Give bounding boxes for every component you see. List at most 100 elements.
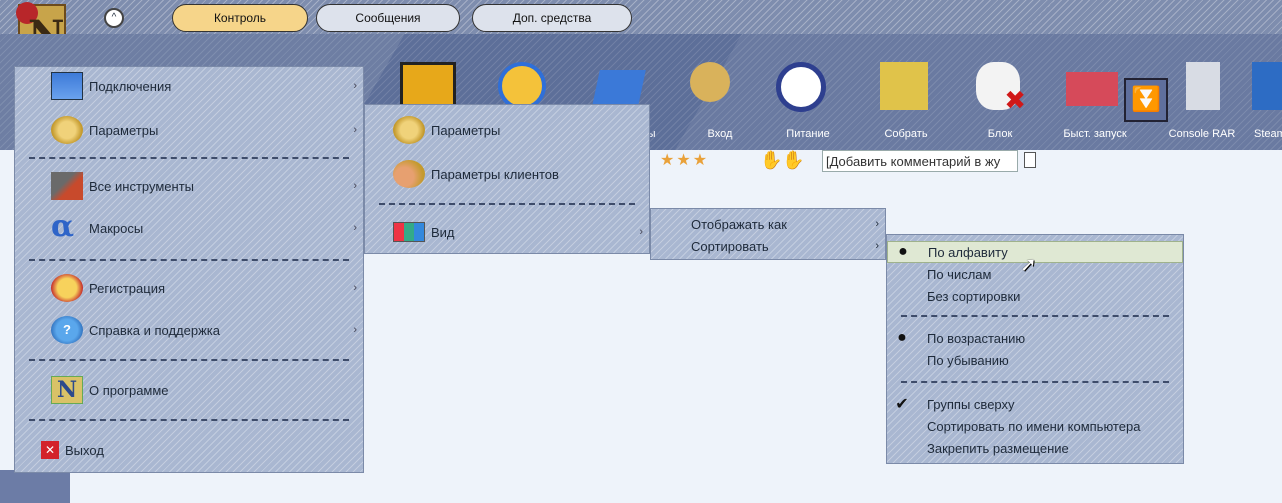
toolbar-label-rar[interactable]: Console RAR <box>1162 128 1242 140</box>
sort-option-lock-layout[interactable]: Закрепить размещение <box>887 437 1183 459</box>
recycle-icon[interactable] <box>1186 62 1220 110</box>
scroll-down-button[interactable]: ⏬ <box>1124 78 1168 122</box>
submenu-item-sort[interactable]: Сортировать › <box>651 235 885 257</box>
submenu-item-label: Параметры клиентов <box>431 166 559 182</box>
toolbar-label-power[interactable]: Питание <box>778 128 838 140</box>
radio-dot-icon: ● <box>898 243 908 260</box>
toolbar-label-quickstart[interactable]: Быст. запуск <box>1050 128 1140 140</box>
menu-item-label: Справка и поддержка <box>89 322 220 338</box>
gear-icon <box>51 116 83 144</box>
sort-option-groups-top[interactable]: ✔ Группы сверху <box>887 393 1183 415</box>
submenu-arrow-icon: › <box>639 226 643 238</box>
sort-option-label: По числам <box>927 266 992 282</box>
submenu-arrow-icon: › <box>353 222 357 234</box>
submenu-item-view[interactable]: Вид › <box>365 217 649 247</box>
registration-icon <box>51 274 83 302</box>
toolbar-label-collect[interactable]: Собрать <box>876 128 936 140</box>
submenu-arrow-icon: › <box>353 80 357 92</box>
star-rating-icons[interactable]: ★★★ <box>660 150 709 170</box>
sort-option-by-computer-name[interactable]: Сортировать по имени компьютера <box>887 415 1183 437</box>
exit-icon: ✕ <box>41 441 59 459</box>
toolbar-label-login[interactable]: Вход <box>690 128 750 140</box>
radio-dot-icon: ● <box>897 329 907 346</box>
submenu-item-display-as[interactable]: Отображать как › <box>651 213 885 235</box>
menu-item-label: Подключения <box>89 78 172 94</box>
menu-separator <box>901 381 1169 383</box>
help-icon: ? <box>51 316 83 344</box>
hand-icons[interactable]: ✋✋ <box>760 150 805 171</box>
menu-item-label: Все инструменты <box>89 178 194 194</box>
quick-start-icon[interactable] <box>1066 72 1118 106</box>
submenu-item-label: Вид <box>431 224 455 240</box>
menu-item-label: Регистрация <box>89 280 165 296</box>
menu-item-macros[interactable]: α Макросы › <box>15 209 363 244</box>
menu-item-help[interactable]: ? Справка и поддержка › <box>15 315 363 345</box>
menu-item-label: Выход <box>65 442 104 458</box>
submenu-arrow-icon: › <box>875 218 879 230</box>
keys-icon[interactable] <box>690 62 730 102</box>
grid-icon <box>393 222 425 242</box>
menu-separator <box>29 259 349 261</box>
submenu-arrow-icon: › <box>353 180 357 192</box>
background-edge <box>0 470 70 503</box>
menu-separator <box>29 359 349 361</box>
submenu-item-label: Сортировать <box>691 238 769 254</box>
sort-option-none[interactable]: Без сортировки <box>887 285 1183 307</box>
comment-input[interactable] <box>822 150 1018 172</box>
menu-item-all-tools[interactable]: Все инструменты › <box>15 171 363 201</box>
power-icon[interactable] <box>776 62 826 112</box>
about-icon: N <box>51 376 83 404</box>
sort-option-label: Сортировать по имени компьютера <box>927 418 1141 434</box>
menu-item-about[interactable]: N О программе <box>15 375 363 405</box>
submenu-arrow-icon: › <box>353 324 357 336</box>
sort-option-descending[interactable]: По убыванию <box>887 349 1183 371</box>
sort-option-label: По убыванию <box>927 352 1009 368</box>
sort-option-label: По возрастанию <box>927 330 1026 346</box>
menu-item-label: Макросы <box>89 220 144 236</box>
submenu-item-label: Отображать как <box>691 216 787 232</box>
collect-files-icon[interactable] <box>880 62 928 110</box>
tab-extra-tools[interactable]: Доп. средства <box>472 4 632 32</box>
tab-messages[interactable]: Сообщения <box>316 4 460 32</box>
submenu-item-label: Параметры <box>431 122 501 138</box>
film-icon[interactable] <box>400 62 456 110</box>
menu-item-label: Параметры <box>89 122 159 138</box>
sort-option-ascending[interactable]: ● По возрастанию <box>887 327 1183 349</box>
menu-item-parameters[interactable]: Параметры › <box>15 115 363 145</box>
mouse-cursor-icon: ➚ <box>1020 254 1037 276</box>
menu-item-label: О программе <box>89 382 169 398</box>
clients-gear-icon <box>393 160 425 188</box>
menu-item-connections[interactable]: Подключения › <box>15 71 363 101</box>
menu-separator <box>29 157 349 159</box>
remote-control-icon[interactable] <box>592 70 646 106</box>
submenu-arrow-icon: › <box>353 282 357 294</box>
alpha-icon: α <box>51 209 75 244</box>
tab-control[interactable]: Контроль <box>172 4 308 32</box>
sort-option-label: Группы сверху <box>927 396 1015 412</box>
window-icon[interactable] <box>1252 62 1282 110</box>
block-mouse-icon[interactable] <box>976 62 1026 116</box>
menu-separator <box>29 419 349 421</box>
gear-icon <box>393 116 425 144</box>
toolbar-label-block[interactable]: Блок <box>970 128 1030 140</box>
collapse-ribbon-button[interactable]: ^ <box>104 8 124 28</box>
menu-separator <box>379 203 635 205</box>
sort-option-label: Закрепить размещение <box>927 440 1069 456</box>
browser-icon[interactable] <box>498 62 546 110</box>
view-submenu: Отображать как › Сортировать › <box>650 208 886 260</box>
clipboard-icon[interactable] <box>1024 152 1036 168</box>
menu-item-exit[interactable]: ✕ Выход <box>15 435 363 465</box>
connections-icon <box>51 72 83 100</box>
menu-separator <box>901 315 1169 317</box>
sort-option-label: По алфавиту <box>928 244 1008 260</box>
menu-item-registration[interactable]: Регистрация › <box>15 273 363 303</box>
checkmark-icon: ✔ <box>895 396 909 413</box>
submenu-item-client-parameters[interactable]: Параметры клиентов <box>365 159 649 189</box>
sort-option-label: Без сортировки <box>927 288 1021 304</box>
submenu-item-parameters[interactable]: Параметры <box>365 115 649 145</box>
parameters-submenu: Параметры Параметры клиентов Вид › <box>364 104 650 254</box>
submenu-arrow-icon: › <box>353 124 357 136</box>
main-menu: Подключения › Параметры › Все инструмент… <box>14 66 364 473</box>
tools-icon <box>51 172 83 200</box>
toolbar-label-steam[interactable]: Steam <box>1254 128 1282 140</box>
